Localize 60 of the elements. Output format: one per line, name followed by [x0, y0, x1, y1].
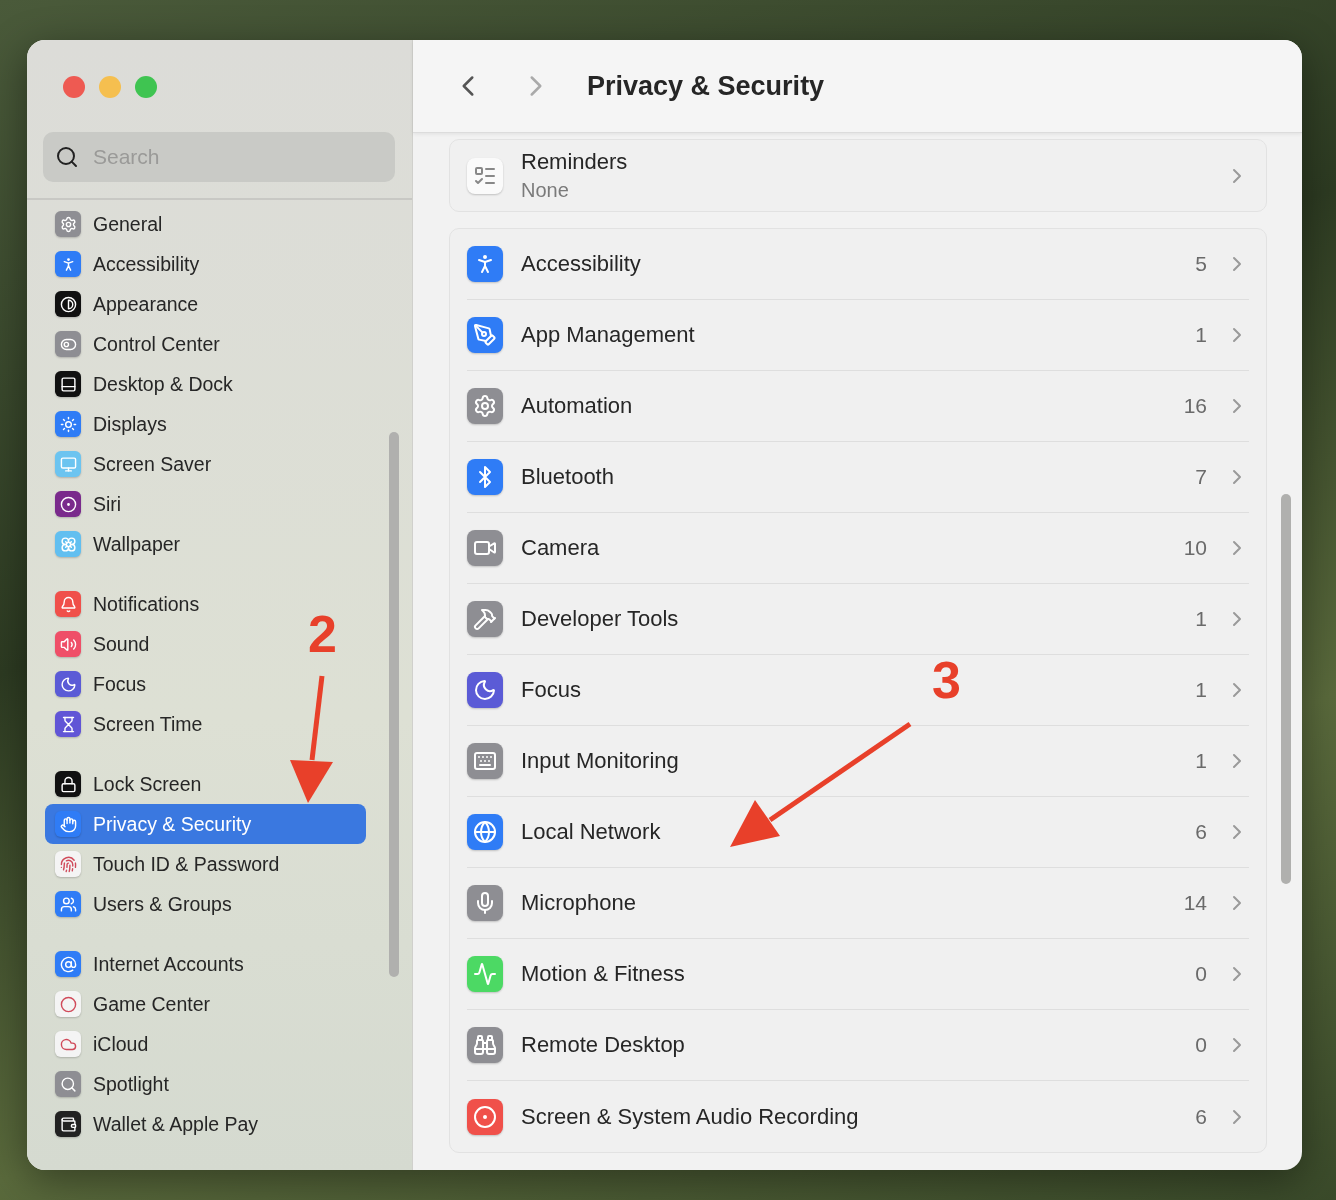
annotation-number: 3 — [932, 650, 961, 710]
sidebar-item[interactable]: Game Center — [45, 984, 221, 1024]
minimize-button[interactable] — [99, 76, 121, 98]
row-count: 1 — [1195, 607, 1207, 631]
row-label[interactable]: App Management — [521, 322, 695, 348]
row-label[interactable]: Developer Tools — [521, 606, 679, 632]
sidebar-item[interactable]: Internet Accounts — [45, 944, 254, 984]
row-count: 0 — [1195, 1033, 1207, 1057]
sidebar-item[interactable]: Spotlight — [45, 1064, 179, 1104]
sidebar-item[interactable]: Siri — [45, 484, 132, 524]
search-icon — [55, 145, 79, 169]
row-count: 1 — [1195, 678, 1207, 702]
row-label[interactable]: Motion & Fitness — [521, 961, 685, 987]
row-label[interactable]: Screen & System Audio Recording — [521, 1103, 859, 1130]
row-count: 1 — [1195, 323, 1207, 347]
zoom-button[interactable] — [135, 76, 157, 98]
row-count: 14 — [1183, 891, 1207, 915]
row-label[interactable]: Bluetooth — [521, 464, 614, 490]
sidebar-item[interactable]: Screen Saver — [45, 444, 222, 484]
sidebar-item[interactable]: Desktop & Dock — [45, 364, 243, 404]
annotation-number: 2 — [308, 604, 337, 664]
row-count: 7 — [1195, 465, 1207, 489]
row-count: 10 — [1183, 536, 1207, 560]
sidebar-item[interactable]: Control Center — [45, 324, 230, 364]
row-label[interactable]: Focus — [521, 677, 581, 703]
row-label[interactable]: Remote Desktop — [521, 1032, 685, 1058]
scrollbar[interactable] — [389, 432, 399, 977]
sidebar-item[interactable]: Wallpaper — [45, 524, 191, 564]
window-title: Privacy & Security — [587, 70, 825, 102]
list-icon — [467, 157, 503, 194]
row-count: 0 — [1195, 962, 1207, 986]
sidebar-item[interactable]: iCloud — [45, 1024, 159, 1064]
row-label[interactable]: Automation — [521, 393, 633, 419]
row-title: Reminders — [521, 149, 629, 175]
sidebar-item[interactable]: General — [45, 204, 173, 244]
sidebar-item[interactable]: Users & Groups — [45, 884, 242, 924]
sidebar-item[interactable]: Focus — [45, 664, 157, 704]
row-count: 5 — [1195, 252, 1207, 276]
scrollbar[interactable] — [1281, 494, 1291, 884]
sidebar-item[interactable]: Privacy & Security — [45, 804, 366, 844]
row-label[interactable]: Local Network — [521, 819, 661, 845]
sidebar-item[interactable]: Wallet & Apple Pay — [45, 1104, 269, 1144]
sidebar-item[interactable]: Displays — [45, 404, 177, 444]
row-label[interactable]: Camera — [521, 535, 600, 561]
row-label[interactable]: Input Monitoring — [521, 748, 679, 774]
sidebar-item[interactable]: Notifications — [45, 584, 210, 624]
sidebar-item[interactable]: Lock Screen — [45, 764, 212, 804]
sidebar-item[interactable]: Sound — [45, 624, 160, 664]
row-count: 6 — [1195, 1104, 1207, 1129]
row-count: 1 — [1195, 749, 1207, 773]
sidebar-item[interactable]: Touch ID & Password — [45, 844, 290, 884]
sidebar-item[interactable]: Accessibility — [45, 244, 210, 284]
close-button[interactable] — [63, 76, 85, 98]
row-label[interactable]: Microphone — [521, 890, 636, 916]
row-label[interactable]: Accessibility — [521, 251, 641, 277]
sidebar-item[interactable]: Screen Time — [45, 704, 213, 744]
row-subtitle: None — [521, 179, 570, 202]
row-count: 6 — [1195, 820, 1207, 844]
row-count: 16 — [1183, 394, 1207, 418]
sidebar-item[interactable]: Appearance — [45, 284, 209, 324]
